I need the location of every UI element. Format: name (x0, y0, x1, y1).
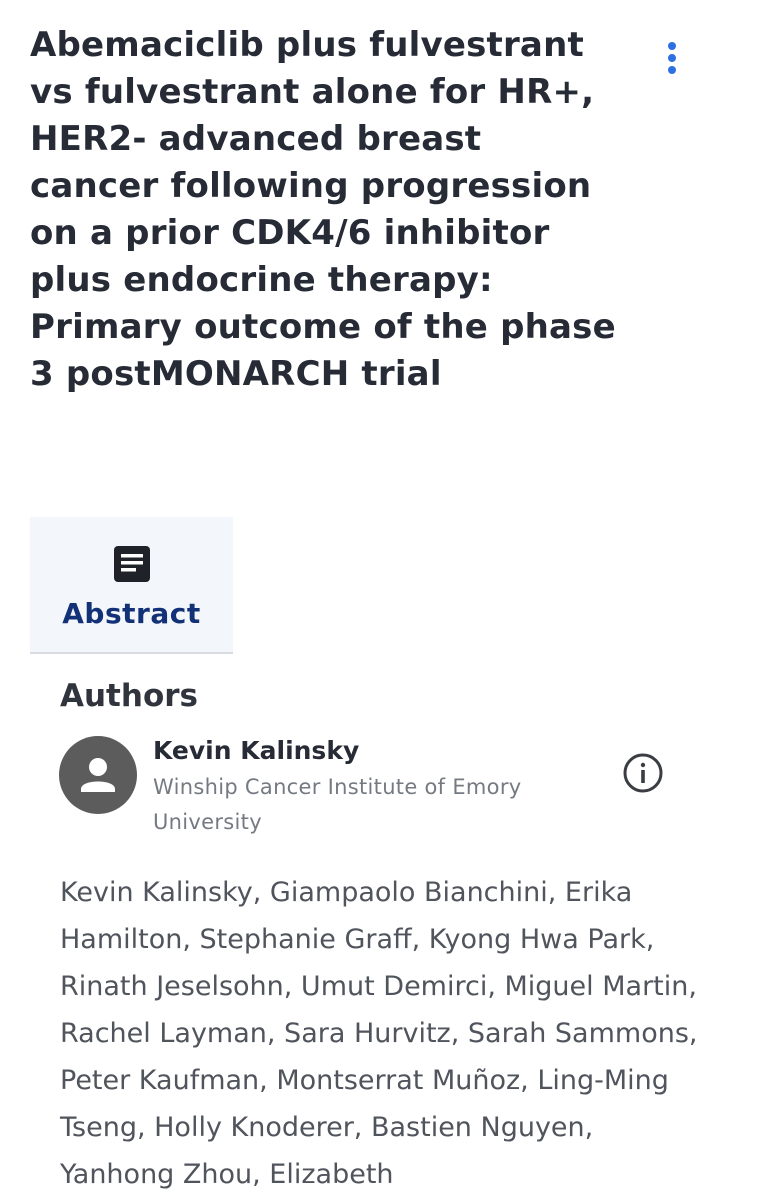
author-name[interactable]: Kevin Kalinsky (153, 736, 359, 765)
article-title: Abemaciclib plus fulvestrant vs fulvestr… (30, 25, 616, 394)
more-vertical-icon-dot (668, 66, 676, 74)
avatar (59, 736, 137, 814)
more-vertical-icon (668, 42, 676, 50)
more-vertical-icon-dot (668, 54, 676, 62)
article-icon (114, 546, 150, 582)
info-icon[interactable] (622, 752, 664, 794)
authors-heading: Authors (60, 678, 198, 714)
author-affiliation: Winship Cancer Institute of Emory Univer… (153, 775, 522, 834)
tab-abstract[interactable]: Abstract (30, 517, 233, 654)
author-list: Kevin Kalinsky, Giampaolo Bianchini, Eri… (60, 877, 698, 1190)
more-options-button[interactable] (656, 36, 688, 80)
person-icon (81, 758, 115, 792)
tab-abstract-label: Abstract (62, 597, 201, 630)
